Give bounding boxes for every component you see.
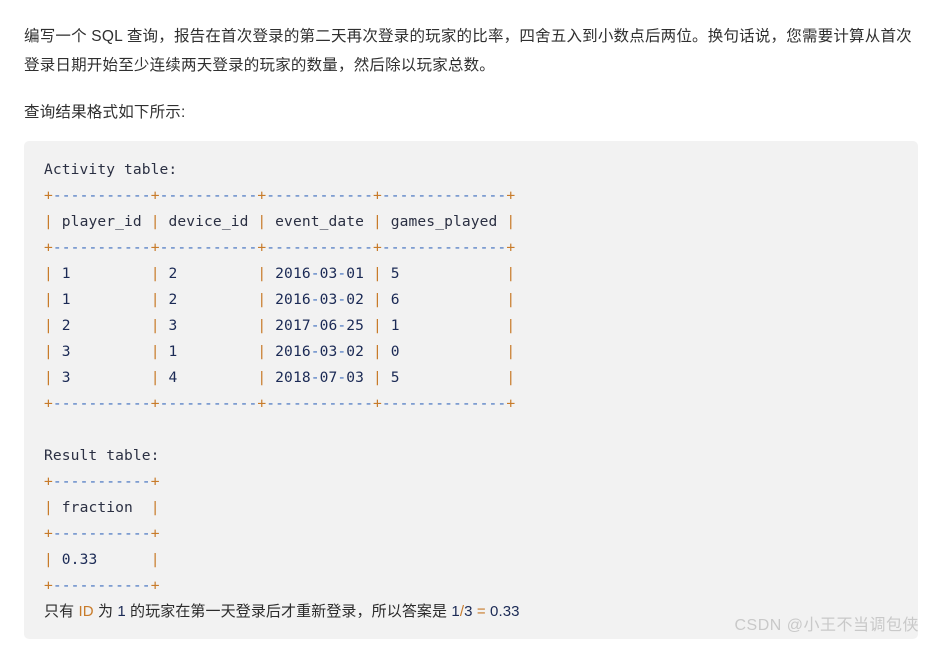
activity-table-separator-bottom: +-----------+-----------+------------+--… [44, 395, 516, 412]
table-row: | 3 | 1 | 2016-03-02 | 0 | [44, 343, 516, 360]
result-table-title: Result table: [44, 447, 160, 464]
document-page: 编写一个 SQL 查询，报告在首次登录的第二天再次登录的玩家的比率，四舍五入到小… [0, 0, 943, 645]
activity-table-separator-top: +-----------+-----------+------------+--… [44, 187, 516, 204]
activity-table-title: Activity table: [44, 161, 178, 178]
code-block: Activity table: +-----------+-----------+… [24, 141, 918, 639]
table-row: | 0.33 | [44, 551, 160, 568]
table-row: | 1 | 2 | 2016-03-01 | 5 | [44, 265, 516, 282]
result-table-separator-mid: +-----------+ [44, 525, 160, 542]
activity-table-separator-mid: +-----------+-----------+------------+--… [44, 239, 516, 256]
table-row: | 3 | 4 | 2018-07-03 | 5 | [44, 369, 516, 386]
table-row: | 1 | 2 | 2016-03-02 | 6 | [44, 291, 516, 308]
activity-table-header: | player_id | device_id | event_date | g… [44, 213, 516, 230]
problem-statement-paragraph: 编写一个 SQL 查询，报告在首次登录的第二天再次登录的玩家的比率，四舍五入到小… [24, 28, 912, 74]
result-table-separator-bottom: +-----------+ [44, 577, 160, 594]
table-row: | 2 | 3 | 2017-06-25 | 1 | [44, 317, 516, 334]
code-content: Activity table: +-----------+-----------+… [44, 157, 898, 625]
result-table-header: | fraction | [44, 499, 160, 516]
result-table-separator-top: +-----------+ [44, 473, 160, 490]
format-note-paragraph: 查询结果格式如下所示: [24, 104, 186, 121]
csdn-watermark: CSDN @小王不当调包侠 [734, 617, 919, 634]
